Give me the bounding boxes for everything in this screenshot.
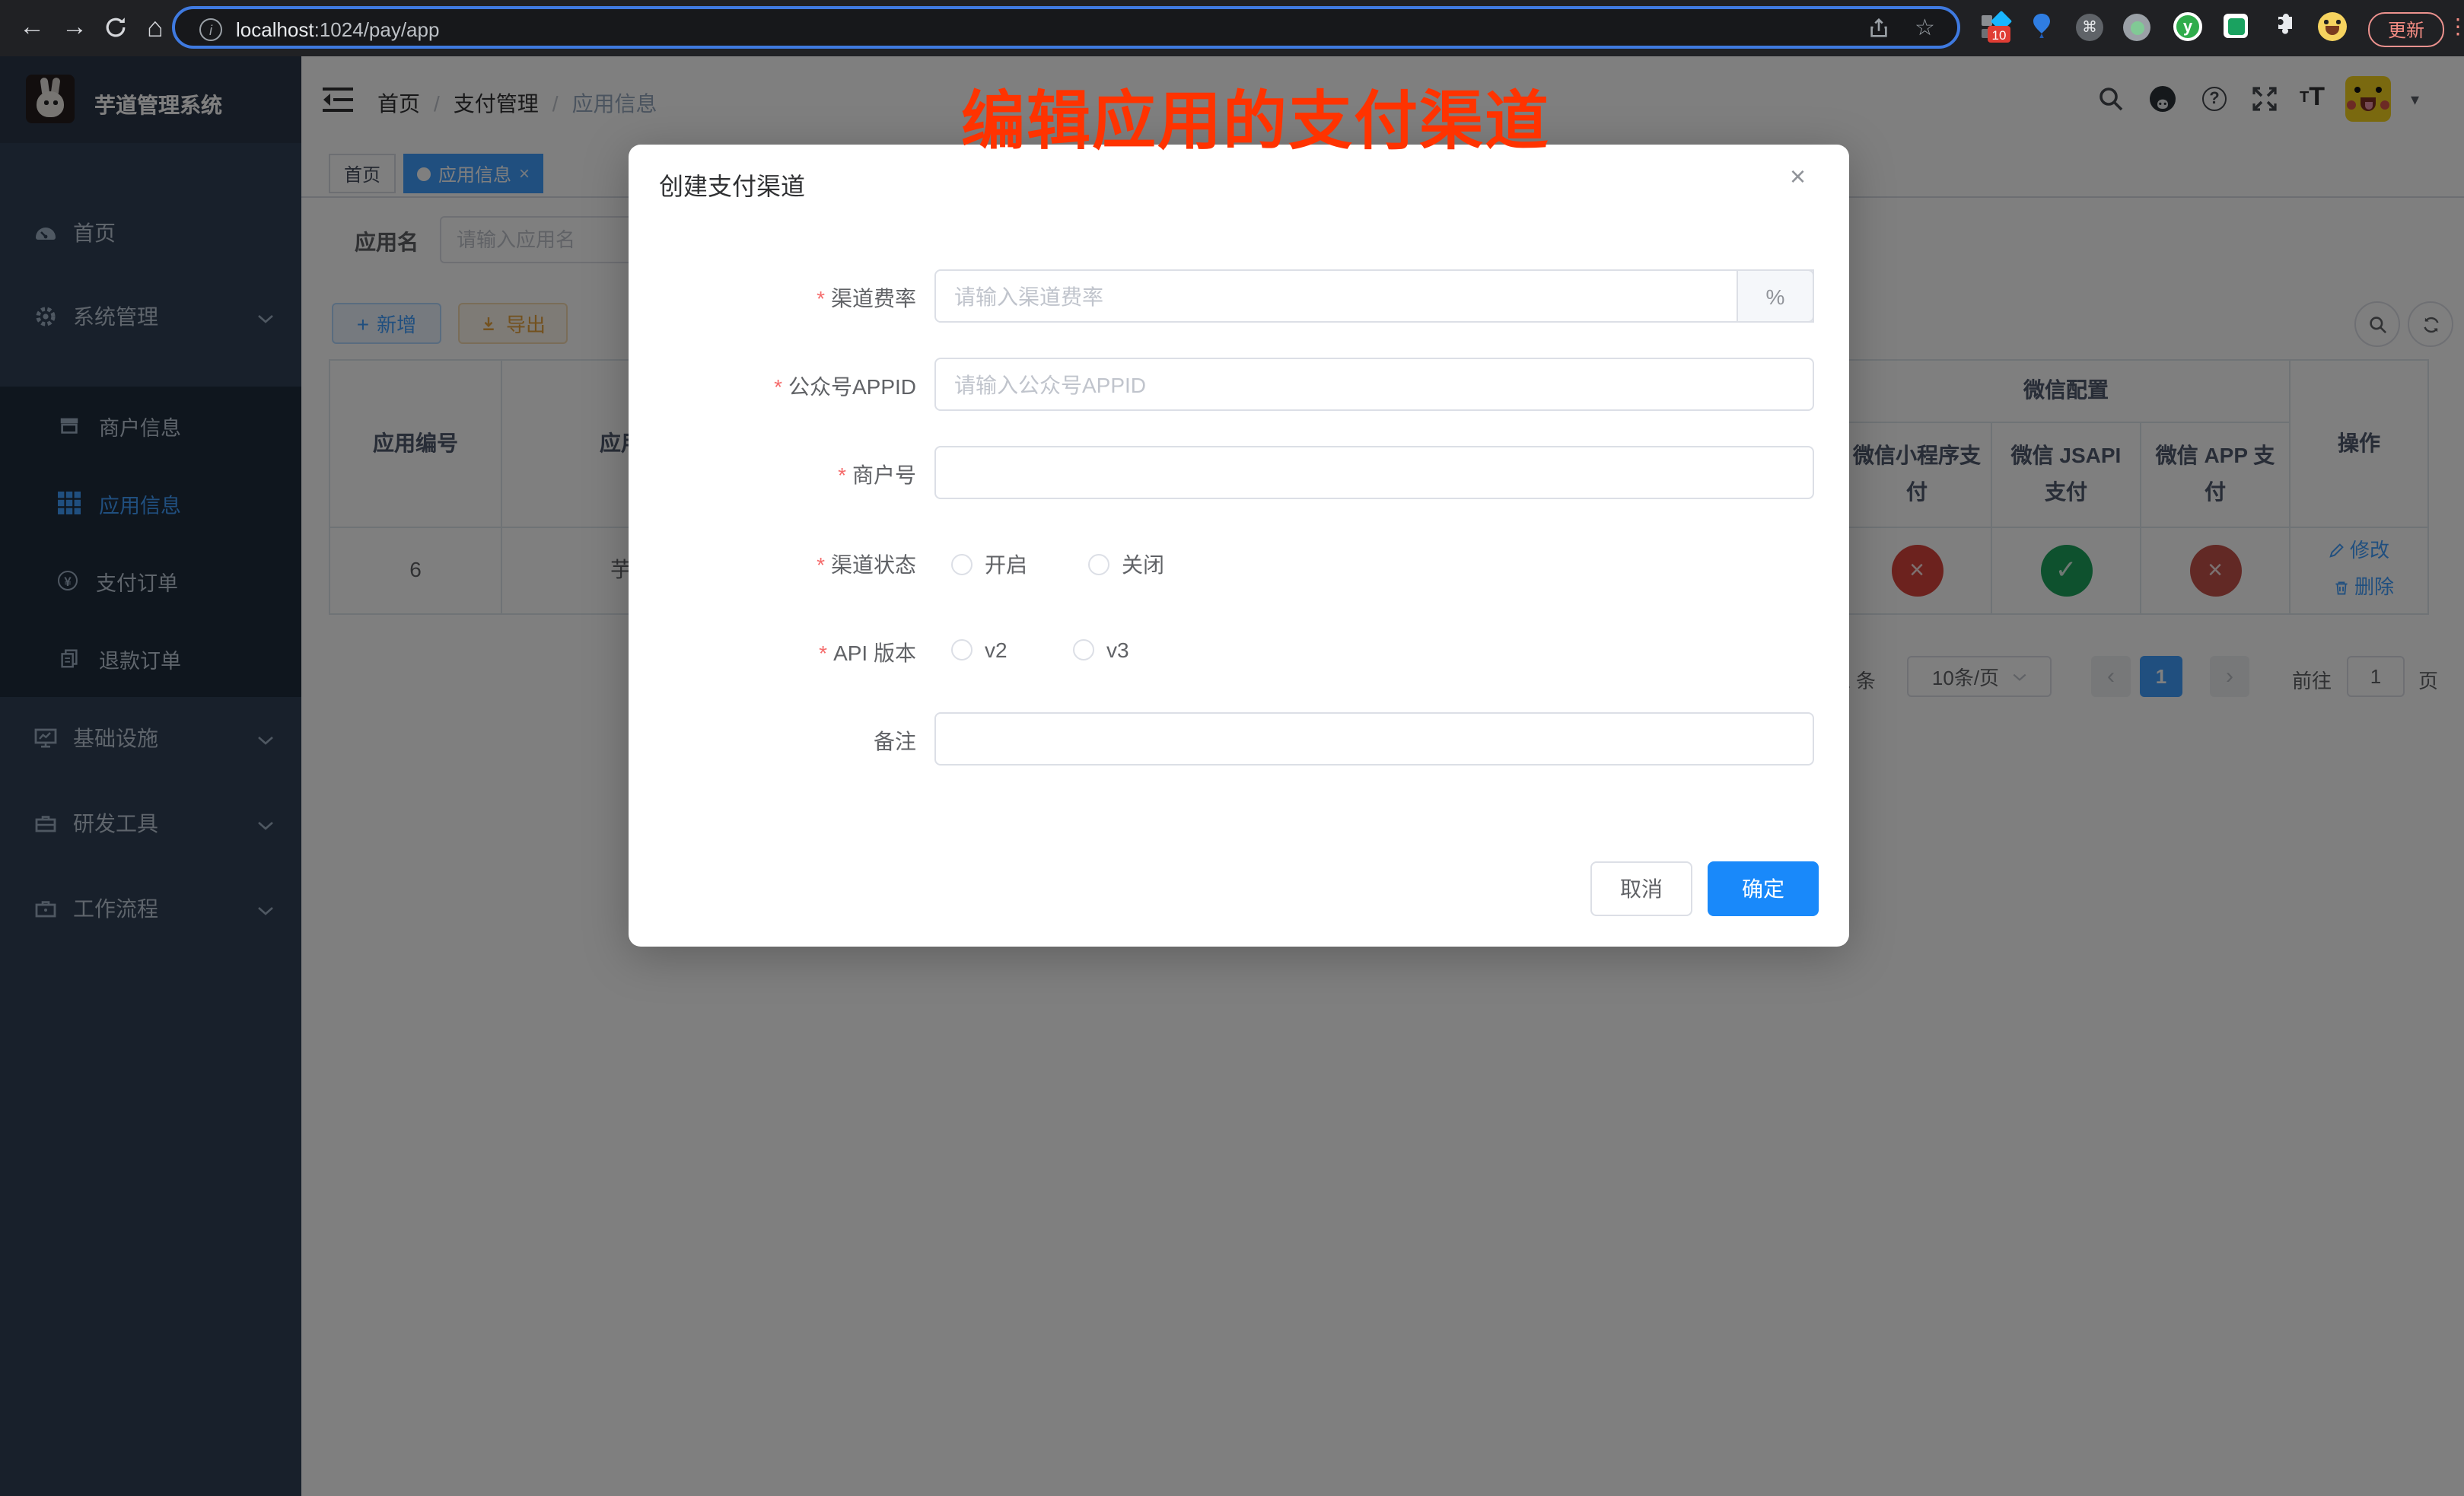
screen: ← → ⌂ i localhost:1024/pay/app ☆ 10 ⌘	[0, 0, 2464, 1496]
extension-cmd-icon[interactable]: ⌘	[2076, 14, 2103, 41]
reload-icon	[103, 15, 128, 40]
percent-suffix: %	[1737, 269, 1814, 323]
browser-reload-icon[interactable]	[97, 9, 134, 46]
required-asterisk: *	[774, 374, 782, 399]
extension-dot-icon[interactable]	[2123, 14, 2150, 41]
required-asterisk: *	[817, 286, 825, 310]
profile-avatar-icon[interactable]	[2318, 12, 2347, 41]
required-asterisk: *	[838, 463, 846, 487]
browser-toolbar: ← → ⌂ i localhost:1024/pay/app ☆ 10 ⌘	[0, 0, 2464, 56]
form-row-remark: 备注	[629, 712, 1849, 766]
browser-menu-icon[interactable]: ⋮	[2447, 14, 2464, 40]
form-row-appid: *公众号APPID	[629, 358, 1849, 411]
remark-input[interactable]	[934, 712, 1814, 766]
create-pay-channel-dialog: 创建支付渠道 × *渠道费率 % *公众号APPID *商户号 *渠道状态 开启	[629, 145, 1849, 947]
field-label: 渠道费率	[831, 286, 916, 310]
radio-circle-icon	[1073, 639, 1094, 660]
extension-badge: 10	[1988, 26, 2010, 43]
site-info-icon[interactable]: i	[199, 18, 222, 41]
extension-pinned-icon[interactable]: 10	[1982, 14, 2009, 41]
form-row-status: *渠道状态 开启 关闭	[629, 542, 1849, 584]
extension-y-icon[interactable]: y	[2173, 12, 2202, 41]
form-row-rate: *渠道费率 %	[629, 269, 1849, 323]
browser-home-icon[interactable]: ⌂	[137, 9, 173, 46]
extension-chat-icon[interactable]	[2224, 14, 2248, 38]
bookmark-star-icon[interactable]: ☆	[1915, 14, 1935, 41]
confirm-button[interactable]: 确定	[1708, 861, 1819, 916]
field-label: 商户号	[852, 463, 916, 487]
url-text: localhost:1024/pay/app	[236, 17, 439, 41]
field-label: 公众号APPID	[788, 374, 916, 399]
field-label: 备注	[874, 729, 916, 753]
field-label: 渠道状态	[831, 552, 916, 577]
browser-back-icon[interactable]: ←	[14, 9, 50, 46]
radio-circle-icon	[951, 639, 973, 660]
radio-status-on[interactable]: 开启	[951, 549, 1027, 580]
url-path: :1024/pay/app	[314, 18, 440, 40]
browser-forward-icon[interactable]: →	[56, 9, 93, 46]
form-row-api-version: *API 版本 v2 v3	[629, 630, 1849, 673]
share-icon[interactable]	[1867, 17, 1890, 47]
dialog-title: 创建支付渠道	[659, 166, 805, 202]
extensions-puzzle-icon[interactable]	[2271, 14, 2295, 46]
radio-status-off[interactable]: 关闭	[1088, 549, 1164, 580]
appid-input[interactable]	[934, 358, 1814, 411]
cancel-button[interactable]: 取消	[1590, 861, 1692, 916]
radio-circle-icon	[1088, 554, 1109, 575]
form-row-merchant: *商户号	[629, 446, 1849, 499]
required-asterisk: *	[819, 641, 827, 665]
rate-input[interactable]	[934, 269, 1814, 323]
merchant-id-input[interactable]	[934, 446, 1814, 499]
annotation-text: 编辑应用的支付渠道	[852, 70, 1659, 163]
dialog-close-icon[interactable]: ×	[1790, 161, 1806, 193]
radio-circle-icon	[951, 554, 973, 575]
url-bar[interactable]: i localhost:1024/pay/app ☆	[172, 6, 1960, 49]
browser-update-button[interactable]: 更新	[2368, 12, 2444, 47]
extension-balloon-icon[interactable]	[2030, 12, 2053, 49]
url-host: localhost	[236, 18, 314, 40]
field-label: API 版本	[833, 641, 916, 665]
radio-api-v3[interactable]: v3	[1073, 638, 1129, 662]
required-asterisk: *	[817, 552, 825, 577]
radio-api-v2[interactable]: v2	[951, 638, 1008, 662]
